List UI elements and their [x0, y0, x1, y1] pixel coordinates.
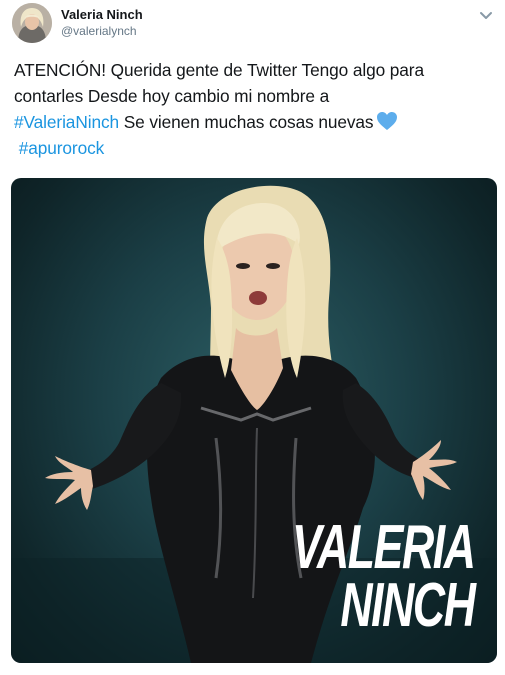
user-names: Valeria Ninch @valerialynch	[61, 7, 143, 39]
hashtag-link-apurorock[interactable]: #apurorock	[19, 138, 105, 158]
tweet-text-line-4: #apurorock	[14, 135, 492, 161]
tweet-text-line-2: contarles Desde hoy cambio mi nombre a	[14, 86, 330, 106]
tweet-text-line-1: ATENCIÓN! Querida gente de Twitter Tengo…	[14, 60, 424, 80]
tweet-text-line-3: #ValeriaNinch Se vienen muchas cosas nue…	[14, 109, 492, 135]
profile-photo-icon	[12, 3, 52, 43]
image-overlay-title: VALERIA NINCH	[292, 513, 477, 640]
chevron-down-icon[interactable]	[479, 8, 493, 19]
avatar[interactable]	[12, 3, 52, 43]
blue-heart-icon	[376, 111, 398, 131]
tweet-media-image[interactable]: VALERIA NINCH	[11, 178, 497, 663]
display-name[interactable]: Valeria Ninch	[61, 7, 143, 23]
overlay-line-1: VALERIA	[292, 513, 476, 582]
tweet-card: Valeria Ninch @valerialynch ATENCIÓN! Qu…	[0, 0, 505, 675]
hashtag-link-valerianinch[interactable]: #ValeriaNinch	[14, 112, 119, 132]
user-handle[interactable]: @valerialynch	[61, 23, 143, 39]
tweet-text: ATENCIÓN! Querida gente de Twitter Tengo…	[14, 57, 492, 161]
tweet-text-line-3-rest: Se vienen muchas cosas nuevas	[119, 112, 374, 132]
overlay-line-2: NINCH	[340, 571, 477, 640]
